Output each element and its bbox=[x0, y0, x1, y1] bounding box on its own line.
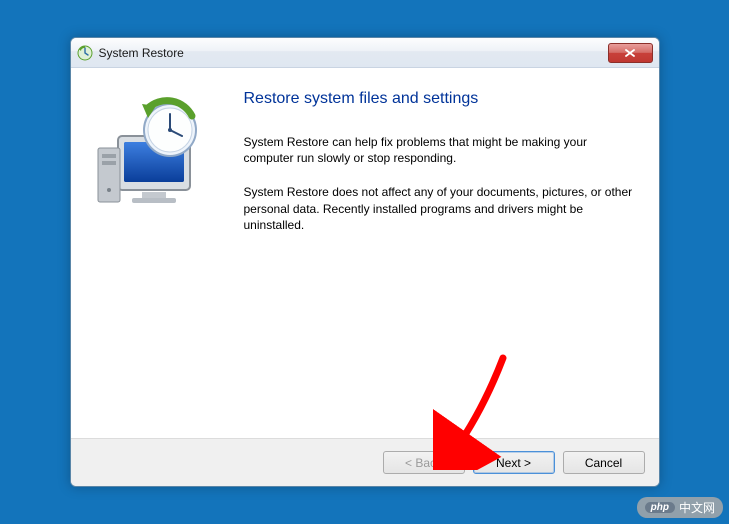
wizard-content-pane: Restore system files and settings System… bbox=[236, 68, 659, 438]
wizard-button-bar: < Back Next > Cancel bbox=[71, 438, 659, 486]
close-button[interactable] bbox=[608, 43, 653, 63]
close-icon bbox=[625, 49, 635, 57]
page-heading: Restore system files and settings bbox=[244, 90, 633, 108]
system-restore-icon bbox=[77, 45, 93, 61]
system-restore-window: System Restore bbox=[70, 37, 660, 487]
system-restore-illustration-icon bbox=[88, 96, 218, 216]
window-title: System Restore bbox=[99, 46, 608, 60]
window-body: Restore system files and settings System… bbox=[71, 68, 659, 438]
titlebar: System Restore bbox=[71, 38, 659, 68]
back-button: < Back bbox=[383, 451, 465, 474]
watermark-text: 中文网 bbox=[679, 499, 715, 516]
cancel-button[interactable]: Cancel bbox=[563, 451, 645, 474]
wizard-image-pane bbox=[71, 68, 236, 438]
paragraph-intro: System Restore can help fix problems tha… bbox=[244, 134, 633, 166]
paragraph-note: System Restore does not affect any of yo… bbox=[244, 184, 633, 233]
watermark: php 中文网 bbox=[637, 497, 723, 518]
next-button[interactable]: Next > bbox=[473, 451, 555, 474]
watermark-badge: php bbox=[645, 502, 675, 513]
